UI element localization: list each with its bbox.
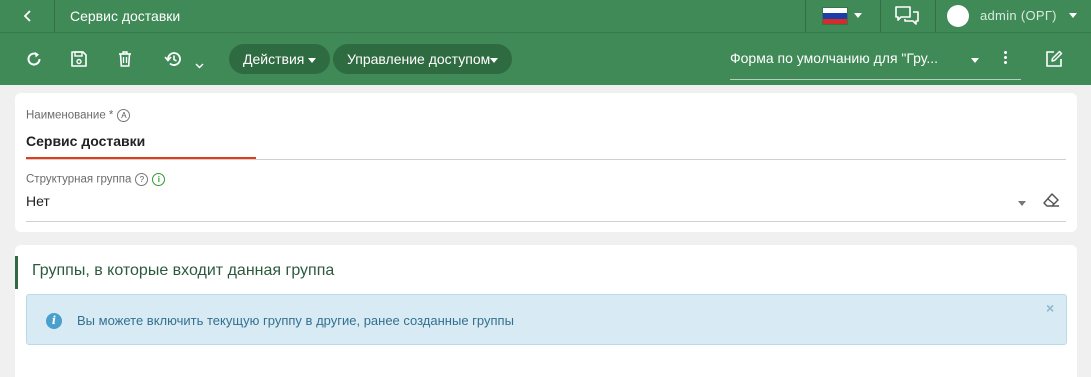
- name-field[interactable]: Сервис доставки: [26, 133, 145, 149]
- trash-icon[interactable]: [112, 46, 138, 72]
- auto-letter-icon: A: [117, 109, 131, 122]
- group-label-text: Структурная группа: [26, 173, 132, 186]
- caret-down-icon: [308, 57, 317, 63]
- eraser-icon[interactable]: [1041, 190, 1061, 210]
- history-dropdown-chevron-icon[interactable]: [195, 56, 204, 74]
- field-underline: [26, 221, 1066, 222]
- more-options-icon[interactable]: [1000, 47, 1010, 67]
- back-button[interactable]: [14, 0, 42, 32]
- divider: [54, 0, 55, 32]
- user-menu-caret-icon[interactable]: [1069, 13, 1077, 18]
- section-title: Группы, в которые входит данная группа: [32, 262, 335, 279]
- close-icon[interactable]: ×: [1046, 300, 1054, 316]
- group-select[interactable]: Нет: [26, 193, 50, 209]
- chevron-left-icon: [23, 10, 31, 22]
- chat-icon[interactable]: [894, 5, 920, 27]
- russia-flag-icon[interactable]: [822, 7, 848, 25]
- info-circle-icon: i: [46, 313, 62, 329]
- main-form-card: Наименование * A Сервис доставки Структур…: [15, 93, 1077, 232]
- groups-section-card: Группы, в которые входит данная группа i…: [15, 245, 1077, 377]
- history-icon[interactable]: [160, 46, 186, 72]
- name-label-text: Наименование *: [26, 109, 114, 122]
- form-selector[interactable]: Форма по умолчанию для "Гру...: [730, 42, 1021, 80]
- user-name[interactable]: admin (ОРГ): [980, 0, 1057, 32]
- info-alert: i Вы можете включить текущую группу в др…: [26, 294, 1067, 345]
- page-title: Сервис доставки: [70, 8, 181, 24]
- field-underline: [26, 159, 1066, 160]
- actions-label: Действия: [243, 51, 305, 67]
- info-icon[interactable]: i: [152, 173, 166, 186]
- info-alert-text: Вы можете включить текущую группу в друг…: [77, 313, 514, 328]
- divider: [880, 0, 881, 32]
- save-icon[interactable]: [66, 46, 92, 72]
- edit-icon[interactable]: [1041, 46, 1067, 72]
- avatar[interactable]: [947, 5, 969, 27]
- divider: [935, 0, 936, 32]
- top-bar: Сервис доставки admin (ОРГ): [0, 0, 1091, 32]
- help-icon[interactable]: ?: [135, 173, 149, 186]
- access-management-button[interactable]: Управление доступом: [333, 44, 513, 74]
- refresh-icon[interactable]: [21, 46, 47, 72]
- divider: [805, 0, 806, 32]
- form-selector-value: Форма по умолчанию для "Гру...: [730, 50, 939, 66]
- language-dropdown-caret-icon[interactable]: [854, 13, 862, 18]
- access-management-label: Управление доступом: [347, 51, 491, 67]
- section-accent-bar: [15, 256, 18, 289]
- name-field-label: Наименование * A: [26, 109, 131, 122]
- actions-button[interactable]: Действия: [229, 44, 331, 74]
- group-field-label: Структурная группа? i: [26, 173, 166, 186]
- caret-down-icon: [490, 57, 499, 63]
- caret-down-icon: [971, 58, 979, 63]
- toolbar: Действия Управление доступом Форма по ум…: [0, 32, 1091, 85]
- group-dropdown-caret-icon[interactable]: [1018, 201, 1026, 206]
